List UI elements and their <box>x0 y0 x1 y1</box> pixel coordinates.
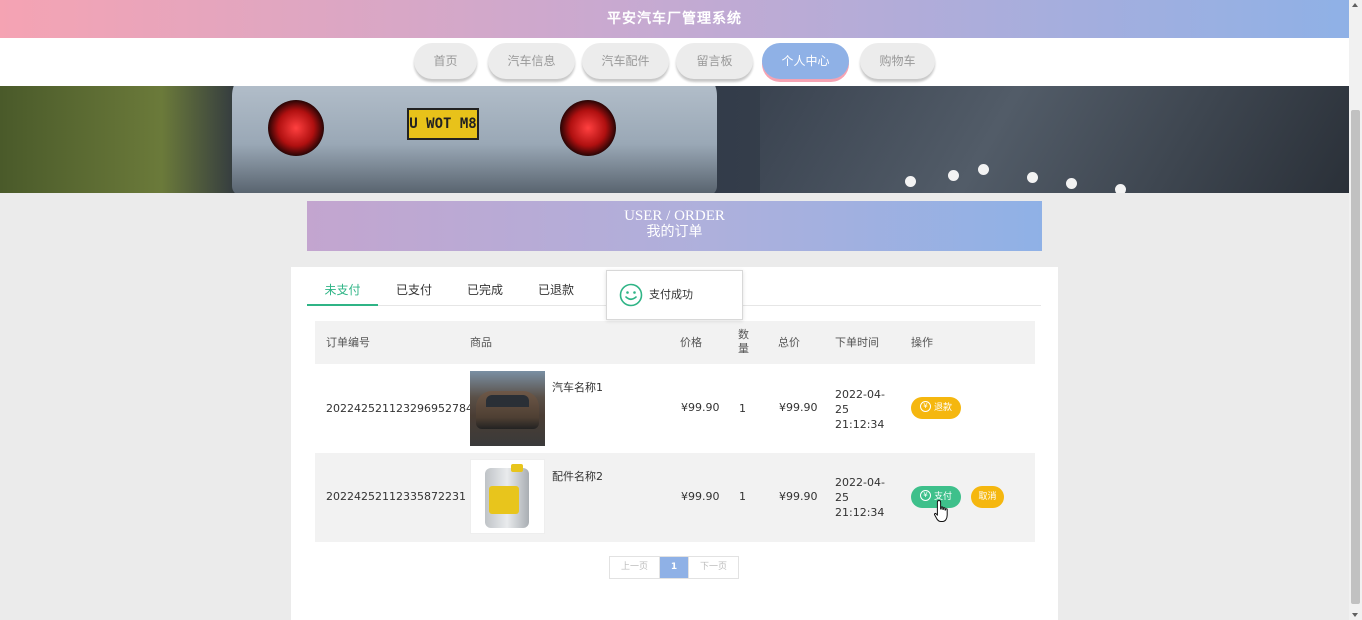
order-date: 2022-04- <box>835 476 885 489</box>
banner-road-marker <box>978 164 989 175</box>
table-row: 20224252112329695278​4 汽车名称1 ¥99.90 1 ¥9… <box>315 364 1035 453</box>
col-actions: 操作 <box>911 336 933 349</box>
order-day: 25 <box>835 491 849 504</box>
total-price: ¥99.90 <box>779 490 818 503</box>
order-date: 2022-04- <box>835 388 885 401</box>
product-image[interactable] <box>470 459 545 534</box>
oil-can-label <box>489 486 519 514</box>
hero-banner: U WOT M8 <box>0 86 1349 193</box>
tab-paid[interactable]: 已支付 <box>387 275 441 305</box>
order-time: 2022-04- 25 21:12:34 <box>835 387 885 432</box>
quantity: 1 <box>739 402 746 415</box>
order-no: 20224252112329695278​4 <box>326 402 473 415</box>
table-header: 订单编号 商品 价格 数量 总价 下单时间 操作 <box>315 321 1035 364</box>
success-toast: 支付成功 <box>606 270 743 320</box>
section-title-en: USER / ORDER <box>624 208 725 224</box>
col-qty: 数量 <box>738 328 749 355</box>
banner-road-marker <box>1027 172 1038 183</box>
col-order-time: 下单时间 <box>835 336 879 349</box>
app-title: 平安汽车厂管理系统 <box>0 0 1349 38</box>
banner-road-marker <box>948 170 959 181</box>
col-order-no: 订单编号 <box>326 336 370 349</box>
nav-item-message-board[interactable]: 留言板 <box>676 43 753 79</box>
tab-unpaid[interactable]: 未支付 <box>307 275 378 306</box>
banner-road-marker <box>1115 184 1126 193</box>
smile-icon <box>619 283 643 307</box>
toast-message: 支付成功 <box>649 288 693 301</box>
tab-completed[interactable]: 已完成 <box>458 275 512 305</box>
refund-button-label: 退款 <box>933 403 952 413</box>
nav-item-cart[interactable]: 购物车 <box>860 43 935 79</box>
order-no: 20224252112335872231 <box>326 490 466 503</box>
product-name[interactable]: 配件名称2 <box>552 468 603 484</box>
banner-road <box>760 86 1349 193</box>
main-nav: 首页 汽车信息 汽车配件 留言板 个人中心 购物车 <box>0 38 1349 86</box>
order-day: 25 <box>835 403 849 416</box>
quantity: 1 <box>739 490 746 503</box>
order-clock: 21:12:34 <box>835 506 885 519</box>
pagination: 上一页 1 下一页 <box>609 556 739 579</box>
car-image-window <box>486 395 529 407</box>
nav-item-home[interactable]: 首页 <box>414 43 477 79</box>
prev-page-button[interactable]: 上一页 <box>610 557 660 578</box>
total-price: ¥99.90 <box>779 401 818 414</box>
banner-road-marker <box>1066 178 1077 189</box>
price: ¥99.90 <box>681 401 720 414</box>
col-price: 价格 <box>680 336 702 349</box>
order-clock: 21:12:34 <box>835 418 885 431</box>
tab-refunded[interactable]: 已退款 <box>529 275 583 305</box>
next-page-button[interactable]: 下一页 <box>688 557 738 578</box>
scrollbar-thumb[interactable] <box>1351 110 1360 604</box>
nav-item-car-info[interactable]: 汽车信息 <box>488 43 575 79</box>
product-name[interactable]: 汽车名称1 <box>552 379 603 395</box>
col-total: 总价 <box>778 336 800 349</box>
hand-pointer-cursor-icon <box>933 500 948 522</box>
order-time: 2022-04- 25 21:12:34 <box>835 475 885 520</box>
yen-icon: ¥ <box>919 401 931 412</box>
page-number-current[interactable]: 1 <box>660 557 688 578</box>
banner-license-plate: U WOT M8 <box>407 108 479 140</box>
cancel-button[interactable]: 取消 <box>971 486 1004 508</box>
yen-icon: ¥ <box>919 490 931 501</box>
product-image[interactable] <box>470 371 545 446</box>
oil-can-cap <box>511 464 523 472</box>
banner-road-marker <box>905 176 916 187</box>
nav-item-car-parts[interactable]: 汽车配件 <box>582 43 669 79</box>
scroll-up-arrow-icon[interactable] <box>1352 3 1358 7</box>
banner-taillight-right <box>560 100 616 156</box>
price: ¥99.90 <box>681 490 720 503</box>
banner-taillight-left <box>268 100 324 156</box>
nav-item-user-center[interactable]: 个人中心 <box>762 43 849 79</box>
scroll-down-arrow-icon[interactable] <box>1352 613 1358 617</box>
section-header: USER / ORDER 我的订单 <box>307 201 1042 251</box>
order-table: 订单编号 商品 价格 数量 总价 下单时间 操作 202242521123296… <box>315 321 1035 542</box>
refund-button[interactable]: ¥ 退款 <box>911 397 961 419</box>
table-row: 20224252112335872231 配件名称2 ¥99.90 1 ¥99.… <box>315 453 1035 542</box>
page-scrollbar[interactable] <box>1349 0 1362 620</box>
col-product: 商品 <box>470 336 492 349</box>
section-title-cn: 我的订单 <box>646 225 703 240</box>
